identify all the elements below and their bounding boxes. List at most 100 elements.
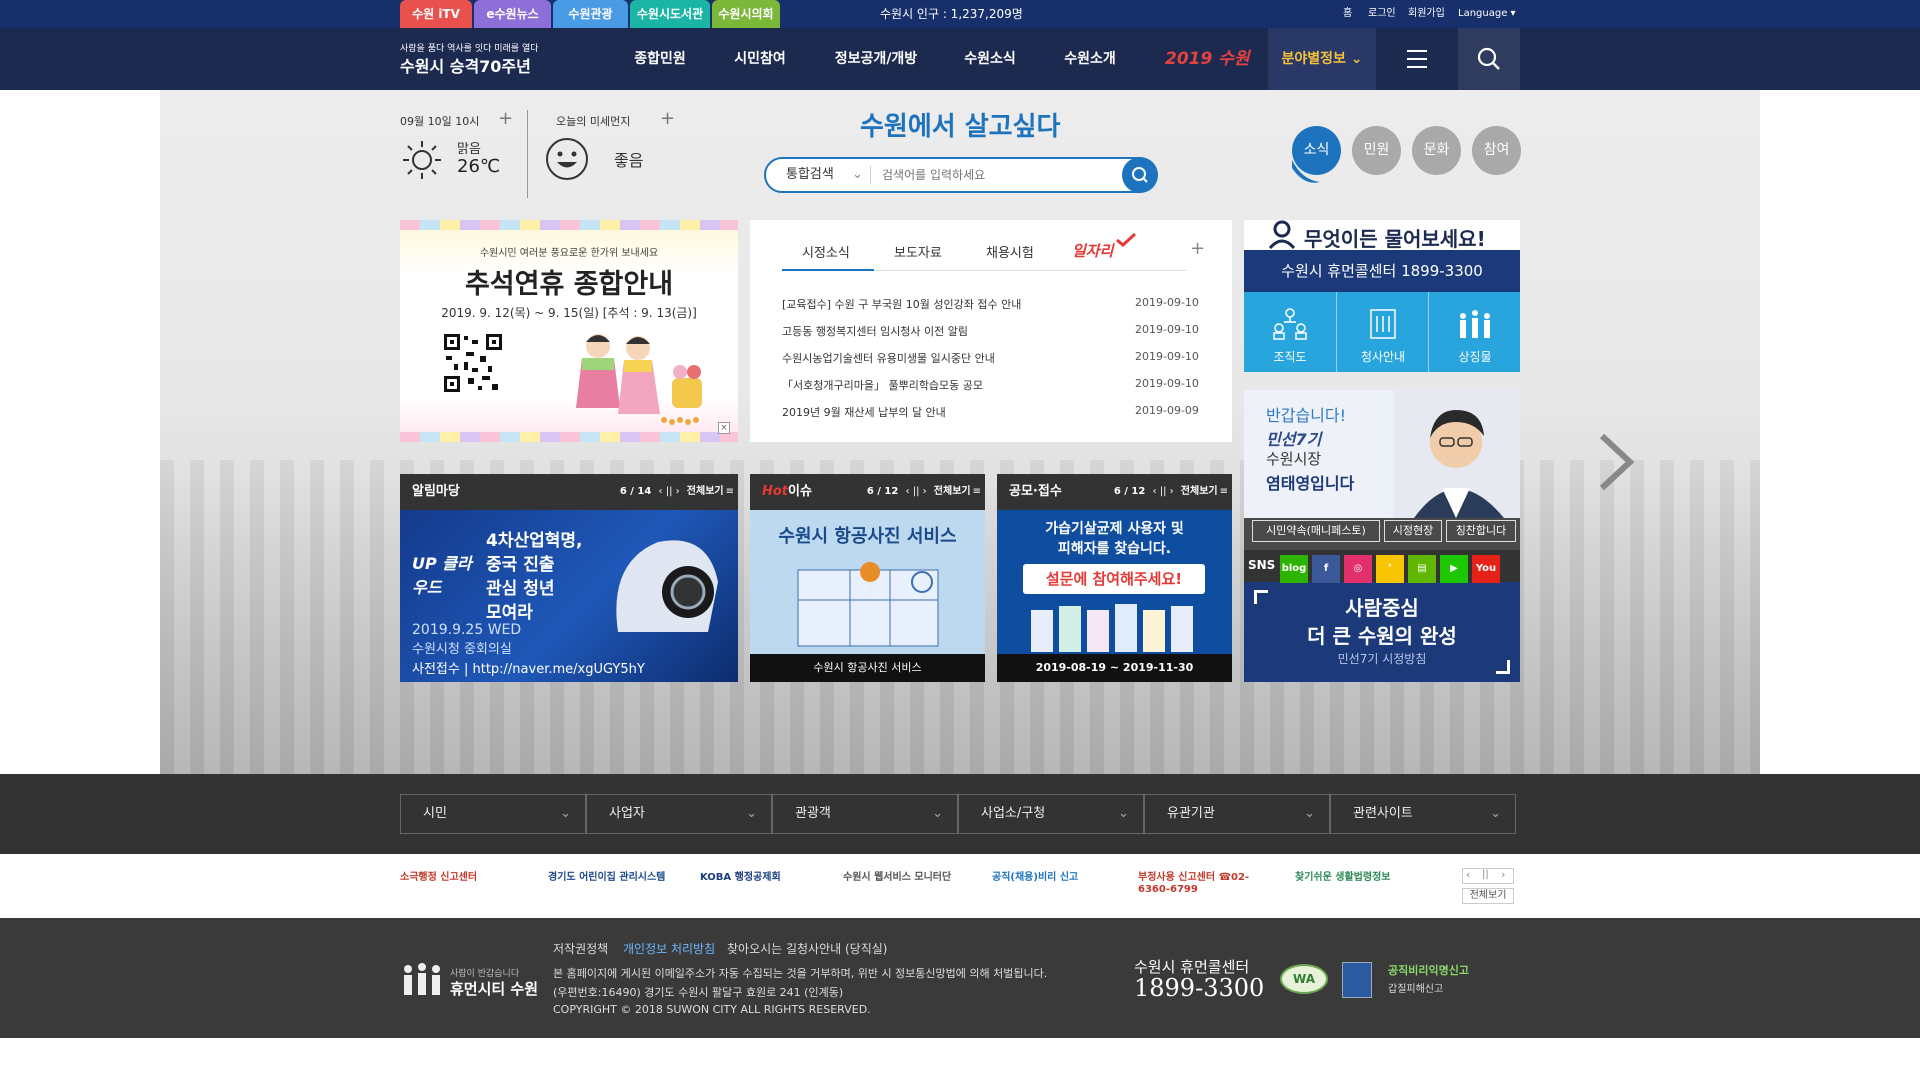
footer-logo-1[interactable]: 소극행정 신고센터 (400, 872, 477, 884)
footer-select-4[interactable]: 사업소/구청 ⌄ (958, 794, 1144, 834)
header-search-button[interactable] (1458, 28, 1520, 90)
category-tab-3[interactable]: 문화 (1412, 126, 1461, 175)
sns-icon-1[interactable]: blog (1280, 555, 1308, 583)
footer-link-2[interactable]: 개인정보 처리방침 (623, 940, 715, 957)
footer-logo-6[interactable]: 부정사용 신고센터 ☎02-6360-6799 (1138, 872, 1278, 896)
mayor-link-3[interactable]: 칭찬합니다 (1446, 520, 1516, 542)
dust-value: 좋음 (614, 151, 644, 170)
footer-logo-4[interactable]: 수원시 웹서비스 모니터단 (843, 872, 951, 884)
footer-logo-2[interactable]: 경기도 어린이집 관리시스템 (548, 872, 665, 884)
notice-item-title[interactable]: [교육접수] 수원 구 부국원 10월 성인강좌 접수 안내 (782, 296, 1021, 312)
chevron-down-icon: ⌄ (746, 806, 757, 821)
logos-view-all-button[interactable]: 전체보기 (1462, 888, 1514, 904)
top-tab-3[interactable]: 수원관광 (553, 0, 628, 28)
search-category-select[interactable]: 통합검색 ⌄ (786, 157, 863, 193)
harassment-report-link[interactable]: 갑질피해신고 (1388, 980, 1443, 995)
gnb-item-5[interactable]: 수원소개 (1050, 28, 1130, 90)
sns-icon-5[interactable]: ▤ (1408, 555, 1436, 583)
callcenter-item-3[interactable]: 상징물 (1428, 292, 1520, 372)
notice-item-title[interactable]: 2019년 9월 재산세 납부의 달 안내 (782, 404, 946, 420)
sns-icon-7[interactable]: You Tube (1472, 555, 1500, 583)
notice-item-date: 2019-09-10 (1135, 296, 1199, 309)
chevron-left-icon[interactable]: ‹ (1466, 868, 1470, 881)
active-tab-tail (1292, 160, 1320, 183)
search-input[interactable] (880, 165, 1115, 185)
footer-select-label: 유관기관 (1167, 806, 1215, 821)
chuseok-banner[interactable]: 수원시민 여러분 풍요로운 한가위 보내세요 추석연휴 종합안내 2019. 9… (400, 220, 738, 442)
field-info-label: 분야별정보 (1281, 51, 1346, 67)
notice-item-title[interactable]: 고등동 행정복지센터 임시청사 이전 알림 (782, 323, 968, 339)
sns-icon-3[interactable]: ◎ (1344, 555, 1372, 583)
card-view-all[interactable]: 전체보기 (687, 486, 724, 497)
pause-icon[interactable]: || (1482, 869, 1489, 880)
top-tab-1[interactable]: 수원 iTV (400, 0, 472, 28)
card-view-all[interactable]: 전체보기 (1181, 486, 1218, 497)
footer-link-3[interactable]: 찾아오시는 길 (727, 940, 797, 957)
home-link[interactable]: 홈 (1343, 0, 1352, 28)
category-tab-2[interactable]: 민원 (1352, 126, 1401, 175)
sns-icon-2[interactable]: f (1312, 555, 1340, 583)
footer-logo-7[interactable]: 찾기쉬운 생활법령정보 (1295, 872, 1390, 884)
card-line: 가습기살균제 사용자 및 (1045, 521, 1184, 537)
mayor-title: 수원시장 (1266, 450, 1322, 468)
card-pager-icon[interactable]: ‹ || › (655, 486, 682, 497)
top-tab-2[interactable]: e수원뉴스 (474, 0, 551, 28)
gnb-item-4[interactable]: 수원소식 (950, 28, 1030, 90)
gnb-item-2[interactable]: 시민참여 (724, 28, 796, 90)
chevron-right-icon[interactable]: › (1501, 868, 1505, 881)
card-pager-icon[interactable]: ‹ || › (902, 486, 929, 497)
footer-select-3[interactable]: 관광객 ⌄ (772, 794, 958, 834)
footer-logo-5[interactable]: 공직(채용)비리 신고 (992, 872, 1078, 884)
banner-subtitle: 수원시민 여러분 풍요로운 한가위 보내세요 (479, 248, 659, 259)
footer-link-4[interactable]: 청사안내 (당직실) (797, 940, 887, 957)
language-select[interactable]: Language ▾ (1458, 0, 1516, 28)
footer-link-1[interactable]: 저작권정책 (553, 940, 608, 957)
chevron-down-icon: ⌄ (932, 806, 943, 821)
footer-select-6[interactable]: 관련사이트 ⌄ (1330, 794, 1516, 834)
sns-icon-6[interactable]: ▶ (1440, 555, 1468, 583)
gnb-item-1[interactable]: 종합민원 (620, 28, 700, 90)
top-tab-5[interactable]: 수원시의회 (712, 0, 780, 28)
notice-item-title[interactable]: 수원시농업기술센터 유용미생물 일시중단 안내 (782, 350, 995, 366)
card-caption-2: 수원시 항공사진 서비스 (750, 654, 985, 682)
callcenter-number[interactable]: 수원시 휴먼콜센터 1899-3300 (1244, 250, 1520, 292)
callcenter-item-1[interactable]: 조직도 (1244, 292, 1336, 372)
join-link[interactable]: 회원가입 (1408, 0, 1445, 28)
field-info-button[interactable]: 분야별정보 ⌄ (1268, 28, 1376, 90)
notice-tab-3[interactable]: 채용시험 (986, 242, 1034, 261)
card-pager-icon[interactable]: ‹ || › (1149, 486, 1176, 497)
notice-more-plus-icon[interactable]: + (1190, 238, 1205, 259)
footer-select-1[interactable]: 시민 ⌄ (400, 794, 586, 834)
card-view-all[interactable]: 전체보기 (934, 486, 971, 497)
card-image-1[interactable]: UP 클라우드 4차산업혁명, 중국 진출 관심 청년 모여라 2019.9.25 WED… (400, 510, 738, 682)
dust-plus-icon[interactable]: + (660, 108, 675, 129)
brand-logo[interactable]: 수원시 승격70주년 (400, 53, 531, 77)
sns-icon-4[interactable]: ❜ (1376, 555, 1404, 583)
footer-select-5[interactable]: 유관기관 ⌄ (1144, 794, 1330, 834)
chevron-down-icon: ⌄ (560, 806, 571, 821)
callcenter-item-2[interactable]: 청사안내 (1336, 292, 1428, 372)
product-bottles-illustration (1031, 602, 1201, 658)
footer-select-2[interactable]: 사업자 ⌄ (586, 794, 772, 834)
top-tab-4[interactable]: 수원시도서관 (630, 0, 710, 28)
mayor-link-1[interactable]: 시민약속(매니페스토) (1252, 520, 1380, 542)
certification-badge-icon (1342, 962, 1372, 998)
footer-logo-3[interactable]: KOBA 행정공제회 (700, 872, 781, 884)
close-icon[interactable]: × (718, 422, 730, 434)
weather-plus-icon[interactable]: + (498, 108, 513, 129)
gnb-item-3[interactable]: 정보공개/개방 (822, 28, 930, 90)
menu-button[interactable] (1376, 28, 1458, 90)
slogan-text: 수원에서 살고싶다 (860, 112, 1061, 142)
logo-2019-suwon[interactable]: 2019 수원 (1165, 28, 1250, 90)
notice-tab-4[interactable]: 일자리 (1072, 240, 1113, 261)
next-slide-arrow-icon[interactable] (1596, 432, 1636, 492)
notice-tab-1[interactable]: 시정소식 (802, 242, 850, 261)
login-link[interactable]: 로그인 (1368, 0, 1396, 28)
humancity-brand: 휴먼시티 수원 (450, 980, 539, 998)
notice-item-title[interactable]: 「서호청개구리마을」 풀뿌리학습모동 공모 (782, 377, 983, 393)
search-submit-button[interactable] (1122, 157, 1158, 193)
category-tab-4[interactable]: 참여 (1472, 126, 1521, 175)
integrity-report-link[interactable]: 공직비리익명신고 (1388, 962, 1469, 978)
notice-tab-2[interactable]: 보도자료 (894, 242, 942, 261)
mayor-link-2[interactable]: 시정현장 (1384, 520, 1442, 542)
